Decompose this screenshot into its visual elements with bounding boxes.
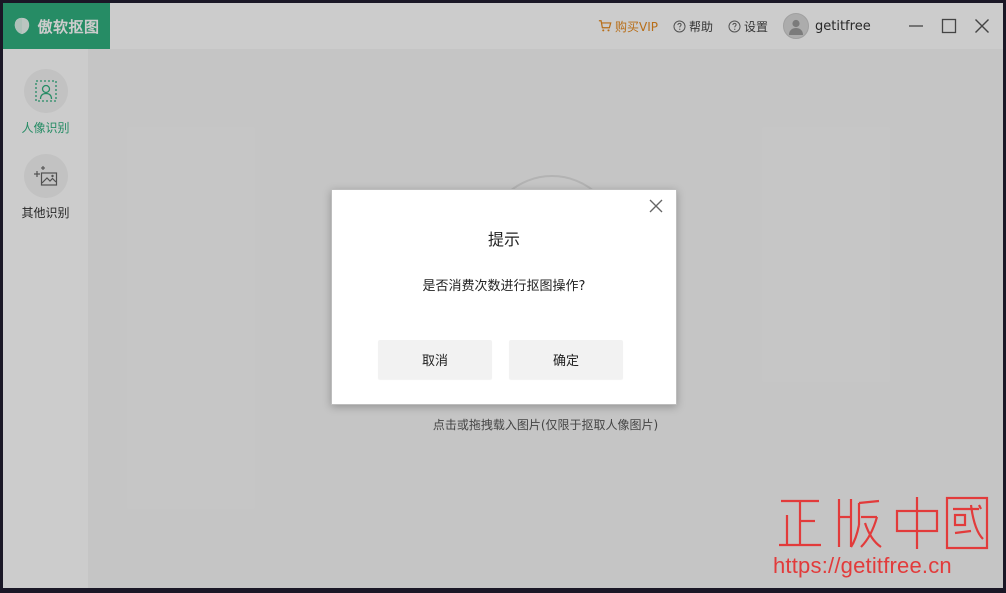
watermark-url: https://getitfree.cn [773, 553, 952, 578]
watermark: https://getitfree.cn [773, 495, 993, 587]
dialog-title: 提示 [487, 230, 520, 249]
confirm-button[interactable]: 确定 [509, 340, 623, 379]
watermark-seal-logo [779, 496, 989, 550]
confirm-dialog: 提示 是否消费次数进行抠图操作? 取消 确定 [331, 189, 677, 405]
dialog-message: 是否消费次数进行抠图操作? [422, 279, 586, 294]
close-icon [649, 199, 663, 213]
app-window: 傲软抠图 购买VIP 帮助 设置 getitfree 人像识别 其他识别 点击或… [3, 3, 1003, 588]
dialog-close-button[interactable] [648, 198, 664, 214]
cancel-button[interactable]: 取消 [378, 340, 492, 379]
